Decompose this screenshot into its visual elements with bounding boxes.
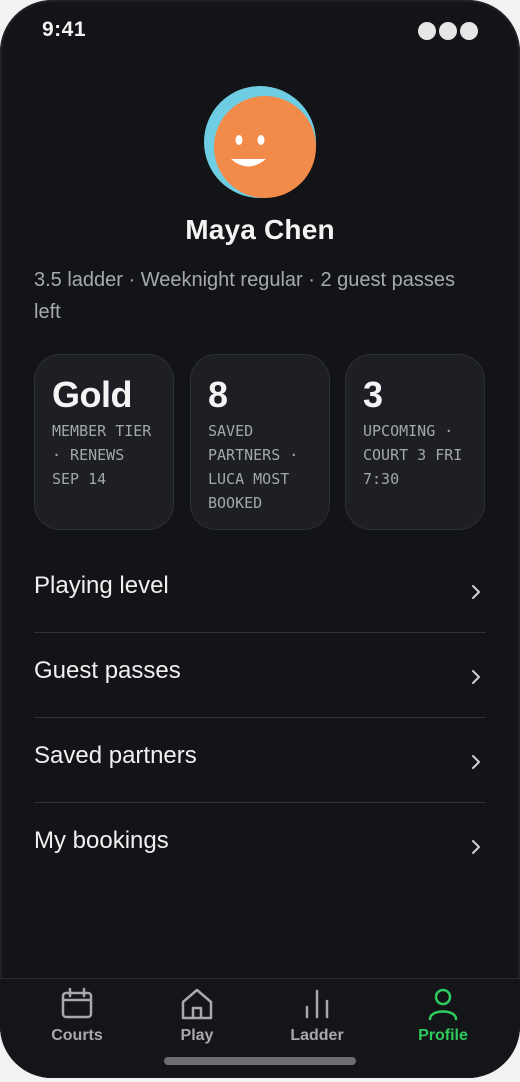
status-time: 9:41 bbox=[42, 18, 87, 41]
tab-play[interactable]: Play bbox=[152, 987, 242, 1045]
phone-screen: 9:41 Maya Chen 3.5 ladder · Weeknight re… bbox=[0, 0, 520, 1078]
stat-label: Saved partners · Luca most booked bbox=[208, 422, 299, 512]
stat-label: Member tier · renews Sep 14 bbox=[52, 422, 152, 488]
tab-label: Ladder bbox=[290, 1027, 344, 1044]
tab-label: Play bbox=[180, 1027, 214, 1044]
stat-value: Gold bbox=[52, 374, 132, 415]
stats-cards: Gold Member tier · renews Sep 14 8 Saved… bbox=[34, 354, 486, 532]
profile-subtitle: 3.5 ladder · Weeknight regular · 2 guest… bbox=[34, 269, 455, 323]
home-indicator[interactable] bbox=[164, 1057, 356, 1065]
home-icon bbox=[181, 988, 213, 1020]
menu-item-label: My bookings bbox=[34, 827, 169, 854]
stat-card-tier[interactable]: Gold Member tier · renews Sep 14 bbox=[34, 354, 174, 530]
tab-profile[interactable]: Profile bbox=[398, 987, 488, 1045]
user-icon bbox=[428, 988, 458, 1021]
bar-chart-icon bbox=[305, 989, 329, 1019]
menu-item-my-bookings[interactable]: My bookings bbox=[34, 803, 486, 887]
stat-card-upcoming[interactable]: 3 Upcoming · Court 3 Fri 7:30 bbox=[345, 354, 485, 530]
chevron-right-icon bbox=[472, 755, 480, 769]
calendar-icon bbox=[61, 987, 93, 1019]
menu-item-playing-level[interactable]: Playing level bbox=[34, 548, 486, 633]
chevron-right-icon bbox=[472, 670, 480, 684]
tab-label: Courts bbox=[51, 1027, 103, 1044]
stat-value: 8 bbox=[208, 374, 228, 415]
avatar-face-icon bbox=[204, 86, 316, 198]
profile-name: Maya Chen bbox=[185, 214, 335, 245]
avatar[interactable] bbox=[204, 86, 316, 198]
profile-menu: Playing level Guest passes Saved partner… bbox=[34, 548, 486, 887]
menu-item-label: Guest passes bbox=[34, 657, 181, 684]
tab-ladder[interactable]: Ladder bbox=[272, 987, 362, 1045]
more-icon[interactable] bbox=[418, 22, 478, 40]
status-bar: 9:41 bbox=[42, 18, 478, 48]
stat-value: 3 bbox=[363, 374, 383, 415]
menu-item-guest-passes[interactable]: Guest passes bbox=[34, 633, 486, 718]
menu-item-label: Playing level bbox=[34, 572, 169, 599]
chevron-right-icon bbox=[472, 840, 480, 854]
stat-card-partners[interactable]: 8 Saved partners · Luca most booked bbox=[190, 354, 330, 530]
chevron-right-icon bbox=[472, 585, 480, 599]
tab-courts[interactable]: Courts bbox=[32, 987, 122, 1045]
tab-label: Profile bbox=[418, 1027, 468, 1044]
stat-label: Upcoming · Court 3 Fri 7:30 bbox=[363, 422, 463, 488]
menu-item-saved-partners[interactable]: Saved partners bbox=[34, 718, 486, 803]
menu-item-label: Saved partners bbox=[34, 742, 197, 769]
